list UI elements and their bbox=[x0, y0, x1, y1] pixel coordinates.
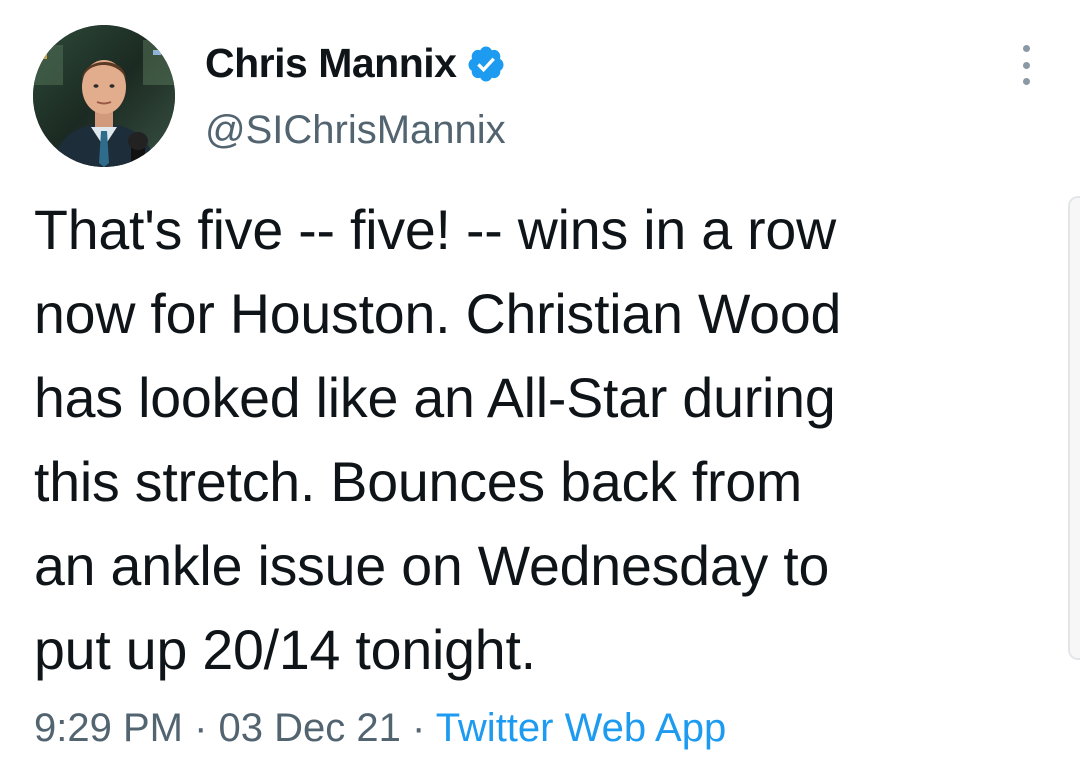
author-handle[interactable]: @SIChrisMannix bbox=[205, 108, 506, 153]
meta-separator: · bbox=[400, 706, 436, 750]
more-dot bbox=[1022, 45, 1030, 52]
tweet-source-link[interactable]: Twitter Web App bbox=[436, 706, 727, 750]
more-vertical-icon[interactable] bbox=[1016, 45, 1036, 85]
meta-separator: · bbox=[182, 706, 219, 750]
tweet-card: Chris Mannix @SIChrisMannix That's five … bbox=[0, 0, 1080, 773]
author-name-row: Chris Mannix bbox=[205, 40, 506, 87]
avatar[interactable] bbox=[33, 25, 175, 167]
verified-badge-icon bbox=[466, 44, 506, 84]
tweet-meta: 9:29 PM · 03 Dec 21 · Twitter Web App bbox=[34, 706, 726, 751]
avatar-photo bbox=[33, 25, 175, 167]
tweet-date[interactable]: 03 Dec 21 bbox=[219, 706, 401, 750]
scrollbar[interactable] bbox=[1068, 196, 1080, 660]
tweet-time[interactable]: 9:29 PM bbox=[34, 706, 183, 750]
tweet-text: That's five -- five! -- wins in a row no… bbox=[34, 199, 842, 681]
author-display-name[interactable]: Chris Mannix bbox=[205, 40, 457, 87]
more-dot bbox=[1022, 61, 1030, 69]
more-dot bbox=[1022, 78, 1030, 85]
